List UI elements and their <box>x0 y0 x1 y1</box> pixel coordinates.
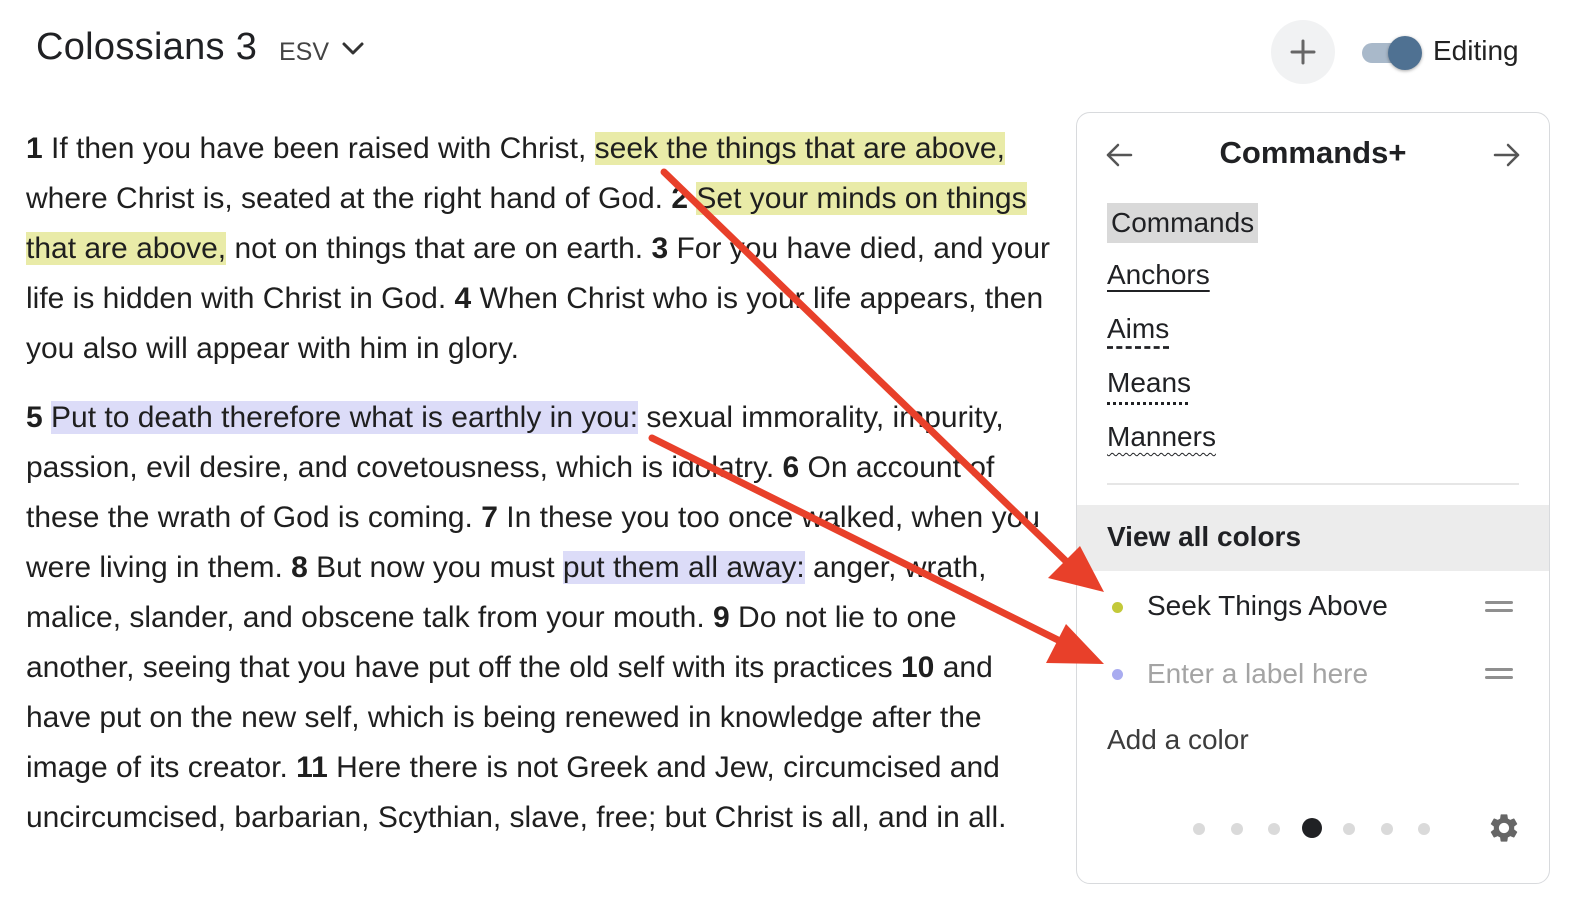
app-header: Colossians 3 ESV Editing <box>0 0 1584 100</box>
view-all-colors-label: View all colors <box>1107 521 1302 552</box>
highlighted-text[interactable]: seek the things that are above, <box>594 132 1005 165</box>
verse-text: where Christ is, seated at the right han… <box>26 182 672 215</box>
color-label[interactable]: Seek Things Above <box>1147 590 1388 622</box>
highlighted-text[interactable]: Put to death therefore what is earthly i… <box>51 401 639 434</box>
highlighted-text[interactable]: put them all away: <box>562 551 805 584</box>
verse-number: 11 <box>296 751 328 784</box>
page-title: Colossians 3 <box>36 26 258 68</box>
editing-toggle[interactable] <box>1362 36 1422 70</box>
add-button[interactable] <box>1271 20 1335 84</box>
color-row[interactable]: Seek Things Above <box>1077 579 1549 635</box>
drag-handle-icon[interactable] <box>1485 601 1513 613</box>
verse-number: 7 <box>481 501 498 534</box>
view-all-colors-button[interactable]: View all colors <box>1077 505 1549 571</box>
editing-label: Editing <box>1433 35 1519 66</box>
style-manners[interactable]: Manners <box>1107 421 1216 453</box>
page-dot[interactable] <box>1230 823 1243 835</box>
verse-number: 4 <box>454 282 472 315</box>
panel-nav: Commands+ <box>1077 113 1549 197</box>
verse-number: 3 <box>651 232 669 265</box>
page-dot[interactable] <box>1343 823 1355 835</box>
verse-number: 10 <box>900 651 935 684</box>
style-aims[interactable]: Aims <box>1107 313 1169 345</box>
verse-number: 1 <box>26 132 43 165</box>
color-dot <box>1112 602 1123 613</box>
style-anchors[interactable]: Anchors <box>1107 259 1210 291</box>
scripture-passage: 1 If then you have been raised with Chri… <box>26 124 1056 862</box>
color-label-input[interactable] <box>1147 656 1467 692</box>
arrow-right-icon[interactable] <box>1491 139 1523 171</box>
verse-number: 2 <box>671 182 689 215</box>
paragraph-1[interactable]: 1 If then you have been raised with Chri… <box>26 124 1056 374</box>
page-dot-active[interactable] <box>1301 818 1322 838</box>
panel-title: Commands+ <box>1219 135 1407 170</box>
toggle-knob <box>1388 36 1422 70</box>
color-dot <box>1112 669 1123 680</box>
add-color-button[interactable]: Add a color <box>1107 724 1249 756</box>
verse-text: But now you must <box>307 551 563 584</box>
verse-number: 6 <box>782 451 800 484</box>
divider <box>1107 483 1519 485</box>
gear-icon[interactable] <box>1487 811 1521 845</box>
page-dot[interactable] <box>1193 823 1205 835</box>
verse-number: 8 <box>291 551 308 584</box>
color-row[interactable] <box>1077 646 1549 702</box>
page-dot[interactable] <box>1268 823 1280 835</box>
version-selector-label[interactable]: ESV <box>279 38 329 67</box>
paragraph-2[interactable]: 5 Put to death therefore what is earthly… <box>26 393 1056 843</box>
plus-icon <box>1290 39 1316 65</box>
chevron-down-icon[interactable] <box>340 38 366 60</box>
drag-handle-icon[interactable] <box>1485 668 1513 680</box>
page-indicator <box>1193 817 1443 839</box>
verse-number: 5 <box>26 401 43 434</box>
page-dot[interactable] <box>1380 823 1393 835</box>
verse-text <box>43 401 51 434</box>
verse-text: not on things that are on earth. <box>226 232 652 265</box>
style-means[interactable]: Means <box>1107 367 1191 399</box>
verse-number: 9 <box>713 601 730 634</box>
style-commands[interactable]: Commands <box>1107 203 1259 243</box>
verse-text: If then you have been raised with Christ… <box>42 132 595 165</box>
highlight-panel: Commands+ Commands Anchors Aims Means Ma… <box>1076 112 1550 884</box>
page-dot[interactable] <box>1418 823 1430 835</box>
